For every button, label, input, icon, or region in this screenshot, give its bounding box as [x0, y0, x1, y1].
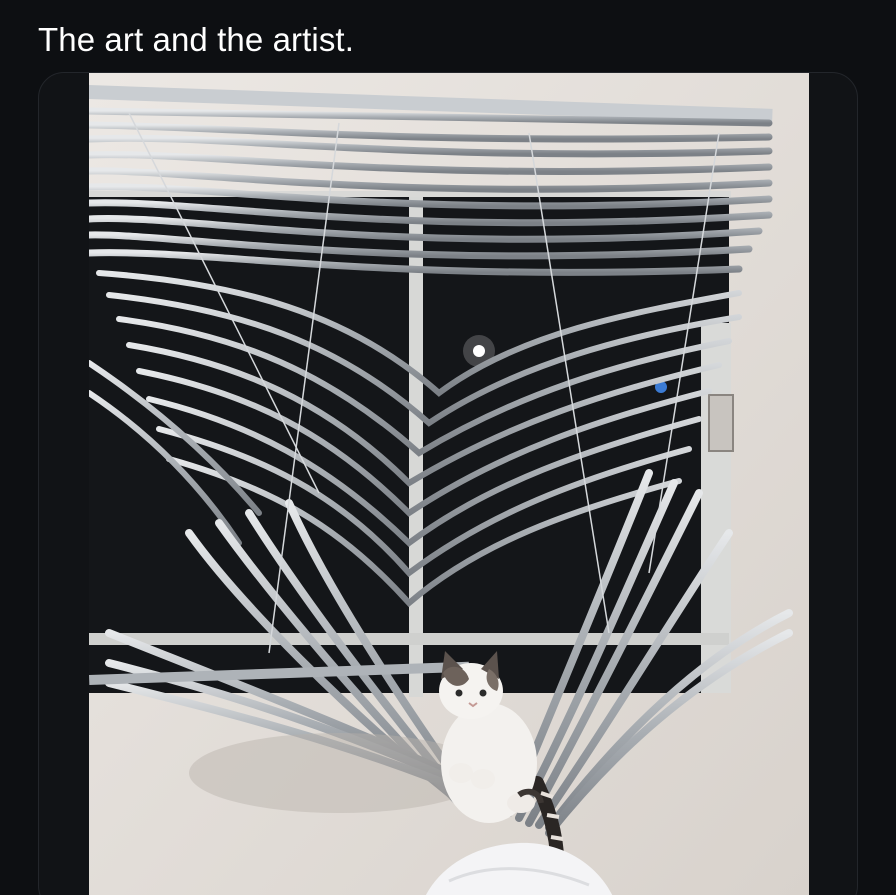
post-text: The art and the artist.	[38, 21, 354, 58]
post-photo	[89, 73, 809, 895]
post-media[interactable]	[38, 72, 858, 895]
